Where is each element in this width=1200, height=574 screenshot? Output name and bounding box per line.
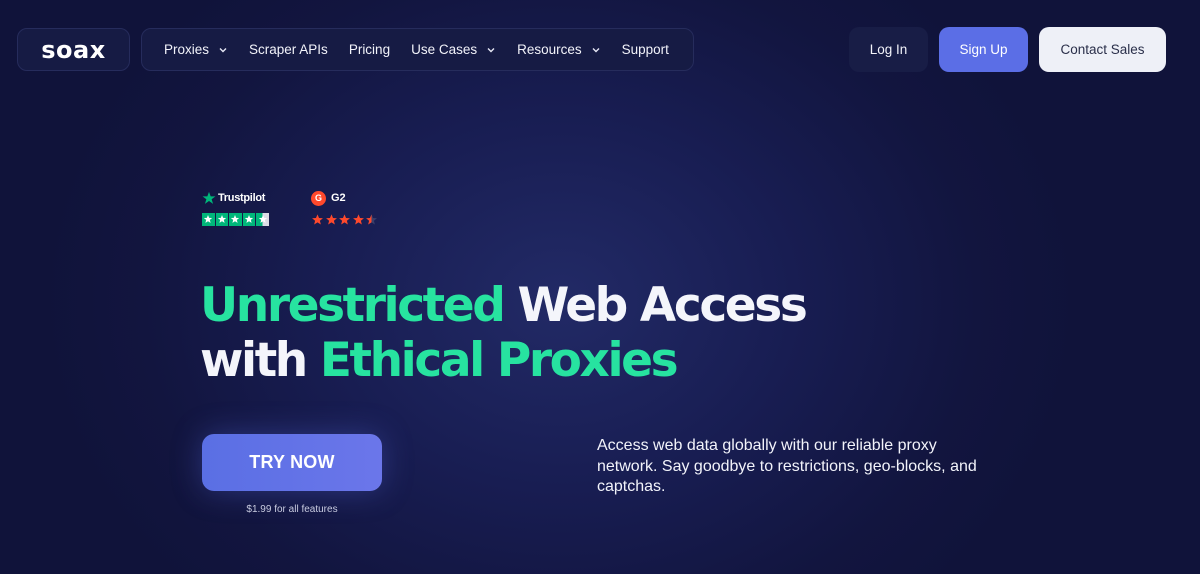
nav-item-label: Proxies (164, 42, 210, 57)
logo-link[interactable]: soax (17, 28, 130, 71)
logo: soax (41, 35, 106, 64)
g2-star-icon (312, 214, 323, 225)
nav-item-label: Pricing (348, 42, 391, 57)
headline-accent-1: Unrestricted (200, 278, 506, 333)
signup-button[interactable]: Sign Up (939, 27, 1028, 72)
nav-item-use-cases[interactable]: Use Cases (411, 42, 496, 57)
trustpilot-star-icon (202, 191, 216, 204)
trustpilot-star-icon (256, 213, 269, 226)
chevron-down-icon (486, 45, 496, 55)
headline-part-2: with (200, 333, 308, 388)
g2-star-icon (325, 214, 337, 225)
g2-star-icon (352, 214, 364, 225)
headline-part-1: Web Access (517, 278, 807, 333)
nav-item-label: Support (621, 42, 669, 57)
try-now-button[interactable]: TRY NOW (202, 434, 382, 491)
nav-item-resources[interactable]: Resources (517, 42, 601, 57)
nav-item-support[interactable]: Support (622, 42, 669, 57)
price-note: $1.99 for all features (246, 504, 338, 515)
g2-star-icon (339, 214, 350, 225)
g2-stars (311, 213, 379, 226)
trustpilot-star-icon (229, 213, 242, 226)
chevron-down-icon (591, 45, 601, 55)
trustpilot-rating[interactable]: Trustpilot (202, 190, 270, 226)
hero-headline: Unrestricted Web Access with Ethical Pro… (200, 278, 960, 388)
trustpilot-star-icon (215, 213, 229, 226)
nav-item-scraper-apis[interactable]: Scraper APIs (249, 42, 328, 57)
nav-item-label: Resources (517, 42, 582, 57)
g2-logo-icon: G (311, 190, 326, 206)
headline-accent-2: Ethical Proxies (319, 333, 679, 388)
g2-rating[interactable]: G G2 (311, 190, 379, 226)
hero-subtext: Access web data globally with our reliab… (597, 437, 977, 495)
trustpilot-label: Trustpilot (218, 192, 266, 204)
g2-star-icon (366, 214, 377, 225)
main-nav: Proxies Scraper APIs Pricing Use Cases R… (141, 28, 694, 71)
nav-item-proxies[interactable]: Proxies (164, 42, 228, 57)
nav-item-pricing[interactable]: Pricing (349, 42, 390, 57)
g2-label: G2 (331, 192, 346, 204)
trustpilot-star-icon (242, 213, 256, 226)
trustpilot-star-icon (202, 213, 215, 226)
trustpilot-stars (202, 213, 270, 226)
nav-item-label: Scraper APIs (249, 42, 328, 57)
chevron-down-icon (218, 45, 228, 55)
nav-item-label: Use Cases (411, 42, 478, 57)
contact-sales-button[interactable]: Contact Sales (1039, 27, 1166, 72)
login-button[interactable]: Log In (849, 27, 928, 72)
